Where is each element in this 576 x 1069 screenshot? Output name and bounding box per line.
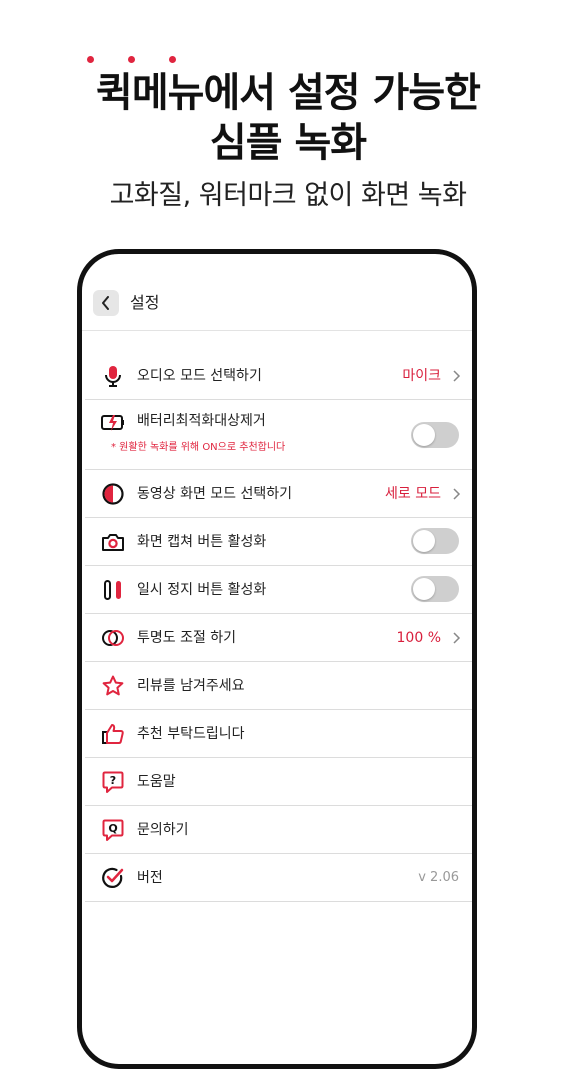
microphone-icon (105, 366, 121, 387)
q-bubble-icon: Q (102, 819, 124, 841)
review-label: 리뷰를 남겨주세요 (137, 678, 245, 694)
promo-headline: 퀵메뉴에서 설정 가능한 심플 녹화 (0, 68, 576, 168)
settings-row-version: 버전 v 2.06 (85, 854, 472, 902)
settings-row-recommend[interactable]: 추천 부탁드립니다 (85, 710, 472, 758)
settings-row-video-mode[interactable]: 동영상 화면 모드 선택하기 세로 모드 (85, 470, 472, 518)
recommend-label: 추천 부탁드립니다 (137, 726, 245, 742)
battery-optimization-note: * 원활한 녹화를 위해 ON으로 추천합니다 (111, 442, 286, 453)
pause-button-toggle[interactable] (411, 576, 459, 602)
settings-list: 오디오 모드 선택하기 마이크 배터리최적화대상제거 * 원활한 녹화를 위해 … (85, 352, 472, 902)
contact-label: 문의하기 (137, 822, 189, 838)
settings-row-battery-optimization: 배터리최적화대상제거 * 원활한 녹화를 위해 ON으로 추천합니다 (85, 400, 472, 470)
back-button[interactable] (93, 290, 119, 316)
camera-icon (102, 534, 124, 551)
star-icon (102, 675, 124, 696)
emphasis-dots (0, 56, 576, 68)
emphasis-dot (87, 56, 94, 63)
check-circle-icon (102, 867, 124, 888)
phone-frame: 설정 오디오 모드 선택하기 마이크 배터리최적화대상제거 * 원활한 녹화를 … (77, 249, 477, 1069)
version-label: 버전 (137, 870, 163, 886)
settings-row-capture-button: 화면 캡쳐 버튼 활성화 (85, 518, 472, 566)
emphasis-dot (169, 56, 176, 63)
opacity-label: 투명도 조절 하기 (137, 630, 237, 646)
toggle-knob (413, 424, 435, 446)
emphasis-dot (128, 56, 135, 63)
settings-row-pause-button: 일시 정지 버튼 활성화 (85, 566, 472, 614)
question-bubble-icon: ? (102, 771, 124, 793)
video-mode-value: 세로 모드 (385, 486, 441, 502)
thumbs-up-icon (102, 724, 124, 744)
promo-headline-line1: 퀵메뉴에서 설정 가능한 (96, 70, 481, 116)
half-circle-icon (102, 483, 124, 505)
audio-mode-label: 오디오 모드 선택하기 (137, 368, 262, 384)
pause-icon (104, 580, 121, 600)
settings-topbar: 설정 (82, 254, 472, 331)
promo-subheadline: 고화질, 워터마크 없이 화면 녹화 (109, 180, 467, 211)
page-title: 설정 (130, 293, 160, 312)
battery-bolt-icon (101, 415, 124, 431)
help-label: 도움말 (137, 774, 176, 790)
battery-optimization-toggle[interactable] (411, 422, 459, 448)
version-value: v 2.06 (418, 870, 459, 885)
chevron-right-icon (453, 632, 461, 644)
chevron-left-icon (102, 296, 109, 310)
svg-text:Q: Q (108, 822, 117, 835)
chevron-right-icon (453, 370, 461, 382)
opacity-value: 100 % (396, 630, 441, 646)
svg-text:?: ? (110, 774, 116, 787)
capture-button-label: 화면 캡쳐 버튼 활성화 (137, 534, 267, 550)
settings-row-review[interactable]: 리뷰를 남겨주세요 (85, 662, 472, 710)
toggle-knob (413, 578, 435, 600)
battery-optimization-label: 배터리최적화대상제거 (137, 413, 266, 429)
pause-button-label: 일시 정지 버튼 활성화 (137, 582, 267, 598)
chevron-right-icon (453, 488, 461, 500)
audio-mode-value: 마이크 (402, 368, 441, 384)
settings-row-opacity[interactable]: 투명도 조절 하기 100 % (85, 614, 472, 662)
overlap-circles-icon (102, 630, 124, 646)
settings-row-help[interactable]: ? 도움말 (85, 758, 472, 806)
toggle-knob (413, 530, 435, 552)
video-mode-label: 동영상 화면 모드 선택하기 (137, 486, 293, 502)
settings-row-contact[interactable]: Q 문의하기 (85, 806, 472, 854)
settings-row-audio-mode[interactable]: 오디오 모드 선택하기 마이크 (85, 352, 472, 400)
capture-button-toggle[interactable] (411, 528, 459, 554)
promo-headline-line2: 심플 녹화 (209, 120, 367, 166)
